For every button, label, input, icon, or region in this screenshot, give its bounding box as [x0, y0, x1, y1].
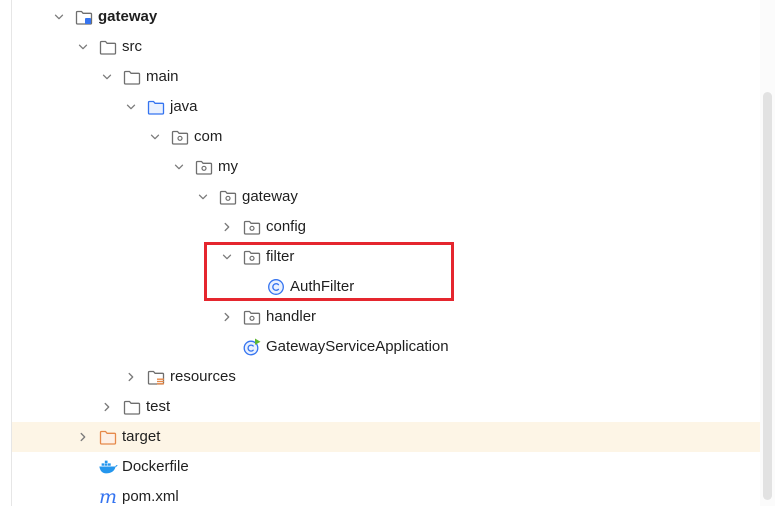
package-icon	[242, 307, 262, 327]
tree-item-label: com	[194, 128, 223, 145]
chevron-down-icon[interactable]	[52, 10, 66, 24]
chevron-down-icon[interactable]	[220, 250, 234, 264]
tree-item-label: handler	[266, 308, 317, 325]
package-icon	[242, 217, 262, 237]
maven-icon: m	[98, 486, 118, 508]
tree-item-label: AuthFilter	[290, 278, 355, 295]
tree-item-gateway[interactable]: gateway	[12, 2, 760, 32]
chevron-down-icon[interactable]	[76, 40, 90, 54]
project-tree[interactable]: gateway src main java com my gateway config filt…	[0, 0, 775, 507]
class-icon	[266, 277, 286, 297]
chevron-down-icon[interactable]	[148, 130, 162, 144]
module-folder-icon	[74, 7, 94, 27]
source-folder-icon	[146, 97, 166, 117]
vertical-scrollbar[interactable]	[760, 0, 775, 506]
tree-item-target[interactable]: target	[12, 422, 760, 452]
tree-item-label: gateway	[98, 8, 158, 25]
tree-item-handler[interactable]: handler	[12, 302, 760, 332]
tree-item-label: GatewayServiceApplication	[266, 338, 449, 355]
tree-item-config[interactable]: config	[12, 212, 760, 242]
tree-item-dockerfile[interactable]: Dockerfile	[12, 452, 760, 482]
folder-icon	[98, 37, 118, 57]
tree-item-label: target	[122, 428, 161, 445]
spring-boot-app-icon	[242, 337, 262, 357]
tree-item-label: config	[266, 218, 307, 235]
tree-item-java[interactable]: java	[12, 92, 760, 122]
tree-item-filter[interactable]: filter	[12, 242, 760, 272]
package-icon	[170, 127, 190, 147]
tree-item-label: resources	[170, 368, 236, 385]
package-icon	[218, 187, 238, 207]
tree-item-label: filter	[266, 248, 295, 265]
tree-item-com[interactable]: com	[12, 122, 760, 152]
tree-item-label: src	[122, 38, 142, 55]
chevron-down-icon[interactable]	[100, 70, 114, 84]
package-icon	[242, 247, 262, 267]
tree-item-authfilter[interactable]: AuthFilter	[12, 272, 760, 302]
docker-icon	[98, 457, 118, 477]
chevron-right-icon[interactable]	[220, 310, 234, 324]
chevron-right-icon[interactable]	[220, 220, 234, 234]
chevron-down-icon[interactable]	[124, 100, 138, 114]
tree-item-label: pom.xml	[122, 488, 179, 505]
tree-item-label: test	[146, 398, 171, 415]
tree-item-label: Dockerfile	[122, 458, 189, 475]
tree-item-pom-xml[interactable]: m pom.xml	[12, 482, 760, 512]
tree-item-resources[interactable]: resources	[12, 362, 760, 392]
tree-left-border	[11, 0, 12, 506]
chevron-right-icon[interactable]	[124, 370, 138, 384]
excluded-folder-icon	[98, 427, 118, 447]
chevron-down-icon[interactable]	[196, 190, 210, 204]
chevron-down-icon[interactable]	[172, 160, 186, 174]
chevron-right-icon[interactable]	[76, 430, 90, 444]
resources-folder-icon	[146, 367, 166, 387]
tree-item-label: main	[146, 68, 179, 85]
tree-item-main[interactable]: main	[12, 62, 760, 92]
folder-icon	[122, 397, 142, 417]
tree-item-label: java	[170, 98, 198, 115]
tree-item-my[interactable]: my	[12, 152, 760, 182]
folder-icon	[122, 67, 142, 87]
tree-item-test[interactable]: test	[12, 392, 760, 422]
scrollbar-thumb[interactable]	[763, 92, 772, 500]
chevron-right-icon[interactable]	[100, 400, 114, 414]
tree-item-gatewayserviceapplication[interactable]: GatewayServiceApplication	[12, 332, 760, 362]
package-icon	[194, 157, 214, 177]
tree-item-label: gateway	[242, 188, 298, 205]
tree-item-src[interactable]: src	[12, 32, 760, 62]
tree-item-label: my	[218, 158, 238, 175]
tree-item-gateway[interactable]: gateway	[12, 182, 760, 212]
